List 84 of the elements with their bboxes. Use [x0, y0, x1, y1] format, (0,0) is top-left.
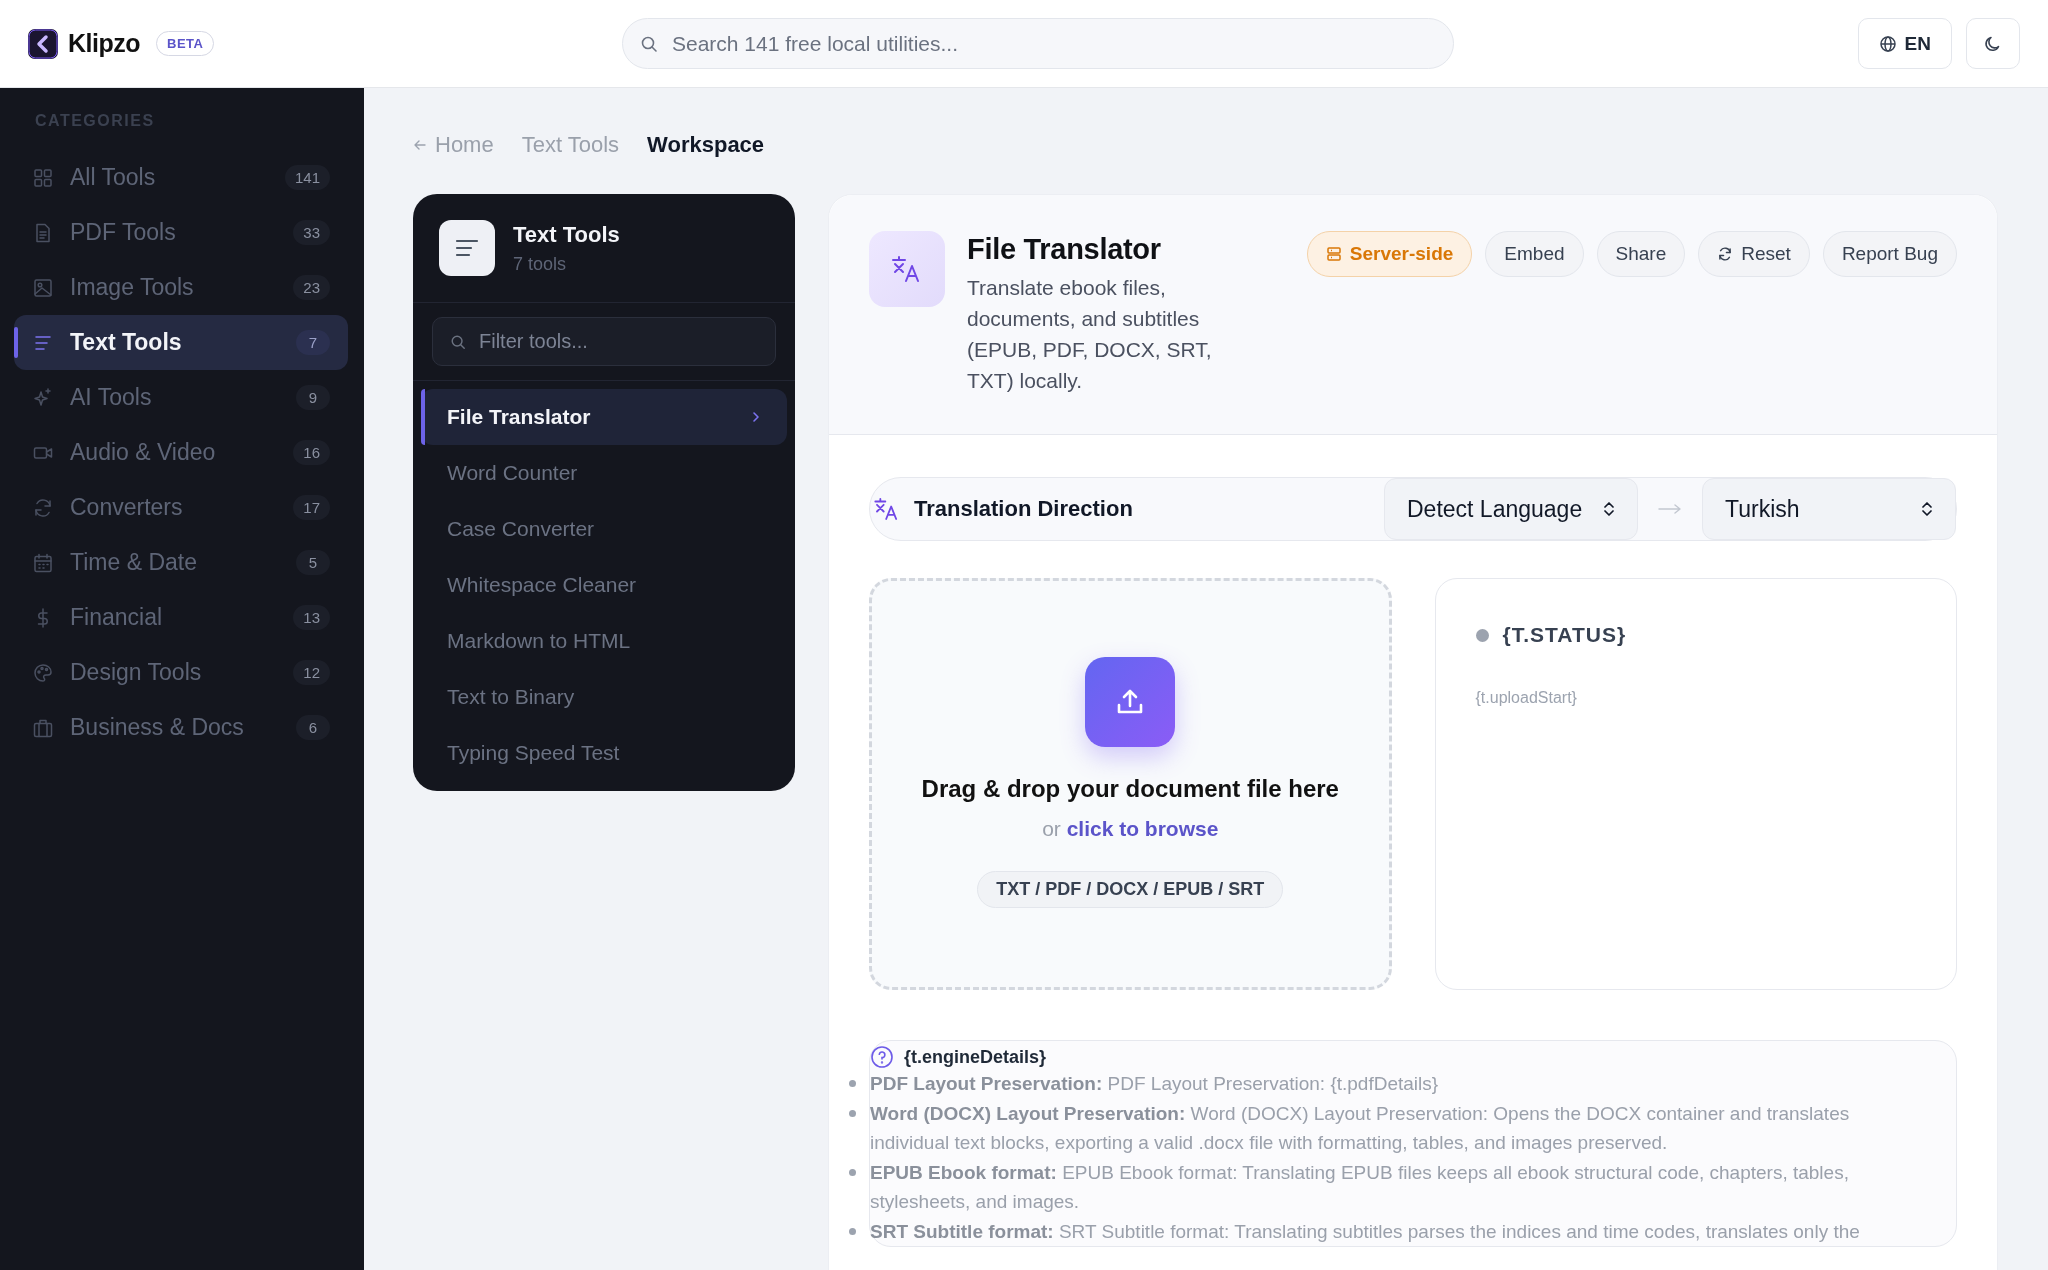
direction-label: Translation Direction [914, 496, 1134, 522]
arrow-right-icon [1658, 503, 1682, 515]
status-message: {t.uploadStart} [1475, 689, 1578, 707]
bullet-icon [849, 1227, 856, 1235]
refresh-icon [1717, 246, 1734, 262]
drop-title: Drag & drop your document file here [921, 775, 1339, 803]
count-badge: 6 [296, 715, 330, 740]
sidebar-item[interactable]: Image Tools 23 [14, 260, 348, 315]
action-button[interactable]: Embed [1485, 231, 1584, 277]
browse-hint: or click to browse [1042, 817, 1219, 841]
sidebar-item[interactable]: PDF Tools 33 [14, 205, 348, 260]
search-field[interactable]: Search 141 free local utilities... [622, 18, 1454, 69]
theme-toggle-button[interactable] [1966, 18, 2020, 69]
tool-title: File Translator [967, 233, 1162, 266]
count-badge: 23 [293, 275, 330, 300]
details-item: SRT Subtitle format: SRT Subtitle format: Translating subtitles parses the indices and time codes, translates only the [870, 1219, 1860, 1244]
upload-icon [1085, 657, 1176, 747]
sidebar-item[interactable]: Business & Docs 6 [14, 700, 348, 755]
sidebar-item[interactable]: Text Tools 7 [14, 315, 348, 370]
details-item: PDF Layout Preservation: PDF Layout Preservation: {t.pdfDetails} [870, 1072, 1439, 1096]
server-icon [1325, 246, 1342, 262]
tool-list-item[interactable]: Markdown to HTML [421, 613, 787, 669]
count-badge: 33 [293, 220, 330, 245]
bullet-icon [849, 1168, 856, 1176]
count-badge: 5 [296, 550, 330, 575]
help-icon [870, 1045, 894, 1069]
chevron-right-icon [751, 410, 761, 424]
tool-list-item[interactable]: Typing Speed Test [421, 725, 787, 781]
breadcrumb-current: Workspace [647, 132, 765, 158]
tool-list-item[interactable]: Whitespace Cleaner [421, 557, 787, 613]
refresh-icon [32, 496, 54, 519]
tool-list-item[interactable]: Case Converter [421, 501, 787, 557]
bullet-icon [849, 1080, 856, 1087]
sidebar-item[interactable]: Financial 13 [14, 590, 348, 645]
badge-label: Server-side [1349, 243, 1454, 265]
image-icon [32, 276, 54, 299]
status-dot [1475, 628, 1489, 642]
formats-badge: TXT / PDF / DOCX / EPUB / SRT [977, 871, 1284, 908]
panel-title: Text Tools [513, 221, 620, 248]
browse-link[interactable]: click to browse [1066, 817, 1219, 840]
sidebar-item[interactable]: Audio & Video 16 [14, 425, 348, 480]
count-badge: 7 [296, 330, 330, 355]
reset-button[interactable]: Reset [1698, 231, 1810, 277]
sidebar-item[interactable]: Design Tools 12 [14, 645, 348, 700]
action-button[interactable]: Report Bug [1822, 231, 1957, 277]
calendar-icon [32, 551, 54, 574]
tool-list-item[interactable]: Word Counter [421, 445, 787, 501]
count-badge: 17 [293, 495, 330, 520]
count-badge: 9 [296, 385, 330, 410]
brand-name: Klipzo [68, 29, 140, 58]
sidebar-item[interactable]: Converters 17 [14, 480, 348, 535]
drop-zone[interactable]: Drag & drop your document file here or click to browse TXT / PDF / DOCX / EPUB / SRT [869, 578, 1392, 990]
action-button[interactable]: Share [1596, 231, 1686, 277]
language-button[interactable]: EN [1857, 18, 1952, 69]
details-title: {t.engineDetails} [904, 1046, 1047, 1068]
count-badge: 141 [284, 165, 330, 190]
tool-list-item[interactable]: Text to Binary [421, 669, 787, 725]
grid-icon [32, 166, 54, 189]
sidebar-item[interactable]: All Tools 141 [14, 150, 348, 205]
count-badge: 16 [293, 440, 330, 465]
bullet-icon [849, 1109, 856, 1117]
palette-icon [32, 661, 54, 684]
sidebar-item[interactable]: AI Tools 9 [14, 370, 348, 425]
tool-list-item[interactable]: File Translator [421, 389, 787, 445]
source-language-select[interactable]: Detect Language [1384, 478, 1638, 540]
filter-field[interactable]: Filter tools... [432, 317, 776, 366]
target-language-select[interactable]: Turkish [1702, 478, 1956, 540]
back-arrow-icon [413, 138, 427, 152]
translate-icon [869, 231, 945, 307]
tool-count: 7 tools [513, 253, 568, 275]
chevron-up-down-icon [1921, 500, 1933, 518]
count-badge: 12 [293, 660, 330, 685]
breadcrumb-label: Home [435, 132, 494, 158]
details-item: Word (DOCX) Layout Preservation: Word (DOCX) Layout Preservation: Opens the DOCX container and translates individual text blocks, exporting a valid .docx file with formatting, tables, and images preserved. [870, 1101, 1851, 1155]
sidebar-item[interactable]: Time & Date 5 [14, 535, 348, 590]
status-title: {T.STATUS} [1502, 623, 1627, 647]
lines-icon [439, 220, 495, 276]
sparkle-icon [32, 386, 54, 409]
count-badge: 13 [293, 605, 330, 630]
globe-icon [1878, 34, 1897, 53]
details-item: EPUB Ebook format: EPUB Ebook format: Translating EPUB files keeps all ebook structural code, chapters, tables, stylesheets, and images. [870, 1160, 1850, 1214]
tool-description: Translate ebook files, documents, and subtitles (EPUB, PDF, DOCX, SRT, TXT) locally. [967, 275, 1213, 394]
chevron-up-down-icon [1603, 500, 1615, 518]
logo-icon [28, 28, 58, 59]
